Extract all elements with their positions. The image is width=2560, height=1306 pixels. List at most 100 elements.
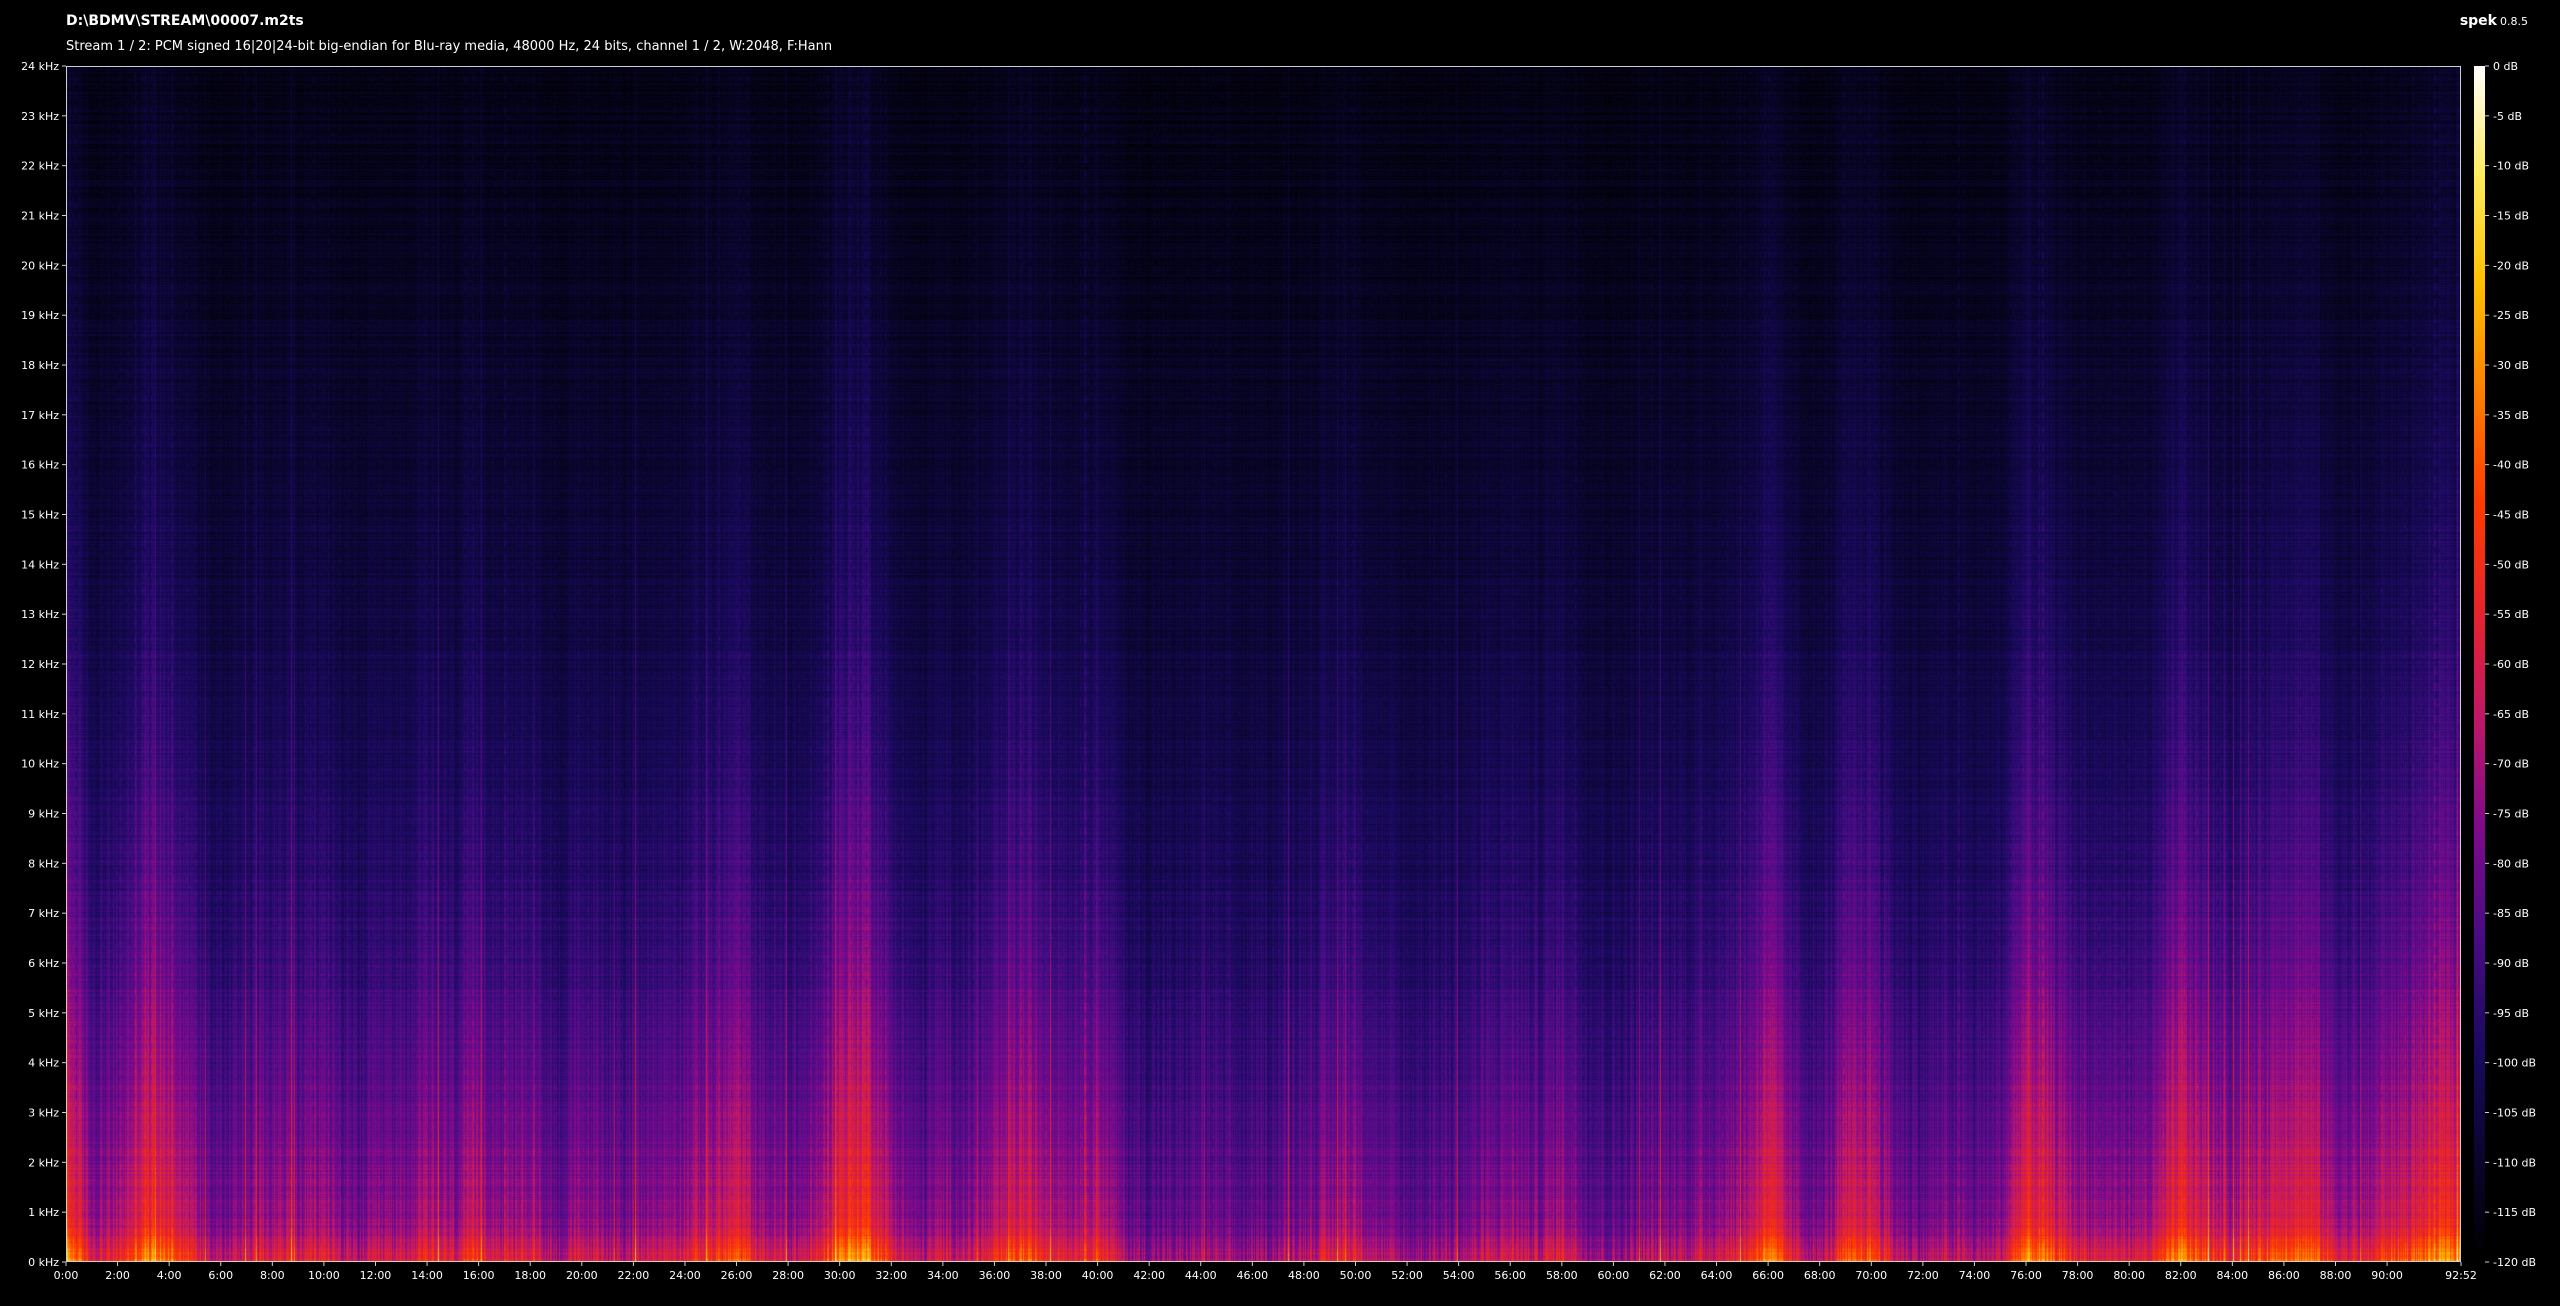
freq-tick-label: 3 kHz — [28, 1107, 59, 1120]
freq-tick-label: 13 kHz — [21, 608, 59, 621]
db-tick-label: -75 dB — [2493, 808, 2529, 821]
db-tick-label: -25 dB — [2493, 309, 2529, 322]
time-tick-label: 52:00 — [1391, 1269, 1423, 1282]
freq-tick-label: 6 kHz — [28, 957, 59, 970]
time-tick-label: 92:52 — [2445, 1269, 2477, 1282]
time-tick-label: 62:00 — [1649, 1269, 1681, 1282]
db-tick-label: -35 dB — [2493, 409, 2529, 422]
freq-tick-label: 5 kHz — [28, 1007, 59, 1020]
time-tick-label: 50:00 — [1340, 1269, 1372, 1282]
time-tick-label: 80:00 — [2113, 1269, 2145, 1282]
time-tick-label: 90:00 — [2371, 1269, 2403, 1282]
time-tick-label: 56:00 — [1494, 1269, 1526, 1282]
time-tick-label: 18:00 — [514, 1269, 546, 1282]
spectrogram-plot-area[interactable] — [66, 66, 2461, 1262]
freq-tick-label: 22 kHz — [21, 160, 59, 173]
freq-tick-label: 2 kHz — [28, 1156, 59, 1169]
db-tick-label: -5 dB — [2493, 110, 2522, 123]
time-tick-label: 72:00 — [1907, 1269, 1939, 1282]
time-tick-label: 66:00 — [1752, 1269, 1784, 1282]
time-tick-label: 0:00 — [54, 1269, 79, 1282]
freq-tick-label: 16 kHz — [21, 459, 59, 472]
time-tick-label: 30:00 — [824, 1269, 856, 1282]
freq-tick-label: 1 kHz — [28, 1206, 59, 1219]
freq-tick-label: 12 kHz — [21, 658, 59, 671]
app-version: 0.8.5 — [2500, 15, 2528, 28]
time-tick-label: 86:00 — [2268, 1269, 2300, 1282]
db-tick-label: -115 dB — [2493, 1206, 2536, 1219]
db-tick-label: -10 dB — [2493, 160, 2529, 173]
db-tick-label: -110 dB — [2493, 1156, 2536, 1169]
freq-tick-label: 8 kHz — [28, 857, 59, 870]
db-tick-label: -65 dB — [2493, 708, 2529, 721]
time-tick-label: 82:00 — [2165, 1269, 2197, 1282]
time-tick-label: 70:00 — [1855, 1269, 1887, 1282]
time-tick-label: 22:00 — [618, 1269, 650, 1282]
db-tick-label: -55 dB — [2493, 608, 2529, 621]
db-tick-label: -50 dB — [2493, 558, 2529, 571]
time-tick-label: 24:00 — [669, 1269, 701, 1282]
time-tick-label: 88:00 — [2320, 1269, 2352, 1282]
file-path-title: D:\BDMV\STREAM\00007.m2ts — [66, 13, 304, 29]
time-tick-label: 44:00 — [1185, 1269, 1217, 1282]
db-tick-label: -120 dB — [2493, 1256, 2536, 1269]
db-tick-label: -60 dB — [2493, 658, 2529, 671]
db-tick-label: -95 dB — [2493, 1007, 2529, 1020]
db-tick-label: -15 dB — [2493, 210, 2529, 223]
time-tick-label: 2:00 — [105, 1269, 130, 1282]
time-tick-label: 58:00 — [1546, 1269, 1578, 1282]
db-tick-label: -30 dB — [2493, 359, 2529, 372]
time-tick-label: 6:00 — [208, 1269, 233, 1282]
time-tick-label: 28:00 — [772, 1269, 804, 1282]
freq-tick-label: 23 kHz — [21, 110, 59, 123]
time-tick-label: 42:00 — [1133, 1269, 1165, 1282]
time-tick-label: 60:00 — [1598, 1269, 1630, 1282]
freq-tick-label: 20 kHz — [21, 259, 59, 272]
db-tick-label: -40 dB — [2493, 459, 2529, 472]
time-tick-label: 32:00 — [875, 1269, 907, 1282]
freq-tick-label: 0 kHz — [28, 1256, 59, 1269]
freq-tick-label: 15 kHz — [21, 509, 59, 522]
time-tick-label: 64:00 — [1701, 1269, 1733, 1282]
time-tick-label: 34:00 — [927, 1269, 959, 1282]
freq-tick-label: 21 kHz — [21, 210, 59, 223]
spectrogram-heatmap — [67, 67, 2460, 1261]
app-brand: spek 0.8.5 — [2460, 12, 2528, 31]
db-tick-label: -100 dB — [2493, 1057, 2536, 1070]
freq-tick-label: 11 kHz — [21, 708, 59, 721]
time-tick-label: 14:00 — [411, 1269, 443, 1282]
freq-tick-label: 10 kHz — [21, 758, 59, 771]
db-tick-label: -20 dB — [2493, 259, 2529, 272]
time-tick-label: 26:00 — [721, 1269, 753, 1282]
time-tick-label: 74:00 — [1959, 1269, 1991, 1282]
freq-tick-label: 19 kHz — [21, 309, 59, 322]
time-tick-label: 46:00 — [1236, 1269, 1268, 1282]
time-tick-label: 4:00 — [157, 1269, 182, 1282]
time-tick-label: 10:00 — [308, 1269, 340, 1282]
db-tick-label: -80 dB — [2493, 857, 2529, 870]
time-tick-label: 38:00 — [1030, 1269, 1062, 1282]
db-tick-label: -70 dB — [2493, 758, 2529, 771]
db-tick-label: -105 dB — [2493, 1107, 2536, 1120]
time-tick-label: 12:00 — [360, 1269, 392, 1282]
freq-tick-label: 4 kHz — [28, 1057, 59, 1070]
stream-info-text: Stream 1 / 2: PCM signed 16|20|24-bit bi… — [66, 39, 833, 54]
time-tick-label: 20:00 — [566, 1269, 598, 1282]
app-name: spek — [2459, 13, 2497, 29]
time-tick-label: 68:00 — [1804, 1269, 1836, 1282]
time-tick-label: 8:00 — [260, 1269, 285, 1282]
freq-tick-label: 9 kHz — [28, 808, 59, 821]
time-tick-label: 16:00 — [463, 1269, 495, 1282]
db-tick-label: -45 dB — [2493, 509, 2529, 522]
freq-tick-label: 24 kHz — [21, 60, 59, 73]
db-tick-label: 0 dB — [2493, 60, 2518, 73]
db-color-scale-bar — [2474, 66, 2485, 1262]
freq-tick-label: 7 kHz — [28, 907, 59, 920]
freq-tick-label: 17 kHz — [21, 409, 59, 422]
time-tick-label: 48:00 — [1288, 1269, 1320, 1282]
time-tick-label: 78:00 — [2062, 1269, 2094, 1282]
freq-tick-label: 14 kHz — [21, 558, 59, 571]
time-tick-label: 76:00 — [2010, 1269, 2042, 1282]
time-tick-label: 84:00 — [2216, 1269, 2248, 1282]
db-tick-label: -90 dB — [2493, 957, 2529, 970]
